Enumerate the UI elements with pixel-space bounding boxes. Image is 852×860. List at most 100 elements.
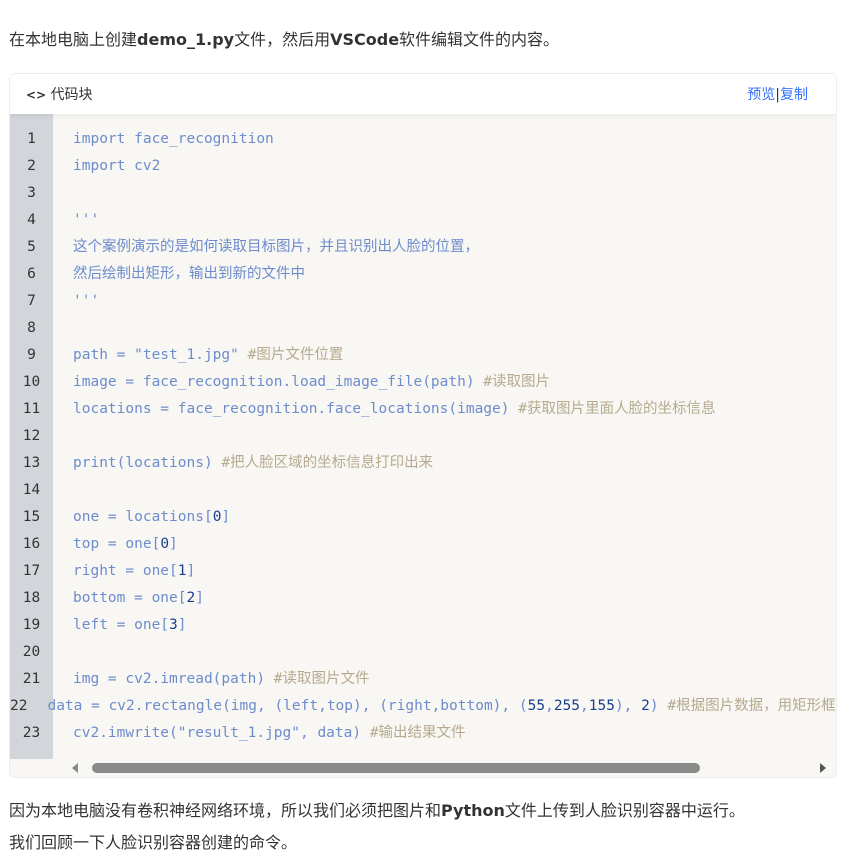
code-token: 2 <box>641 698 650 714</box>
line-number: 14 <box>22 482 41 498</box>
line-text: import face_recognition <box>53 126 274 153</box>
code-line: 3 <box>10 180 836 207</box>
scroll-right-arrow-icon[interactable] <box>820 763 826 773</box>
line-number: 16 <box>22 536 41 552</box>
code-line: 1 import face_recognition <box>10 126 836 153</box>
code-icon: <> <box>26 88 47 102</box>
scrollbar-thumb[interactable] <box>92 763 700 773</box>
line-number: 19 <box>22 617 41 633</box>
line-number: 15 <box>22 509 41 525</box>
intro-file: demo_1.py <box>137 30 235 49</box>
code-line: 15 one = locations[0] <box>10 504 836 531</box>
code-token: img = cv2.imread(path) <box>73 671 266 687</box>
line-text: one = locations[0] <box>53 504 230 531</box>
code-token: , <box>580 698 589 714</box>
line-number: 21 <box>22 671 41 687</box>
line-text: 然后绘制出矩形，输出到新的文件中 <box>53 261 305 288</box>
code-token: locations = face_recognition.face_locati… <box>73 401 510 417</box>
line-text: cv2.imwrite("result_1.jpg", data) #输出结果文… <box>53 720 466 747</box>
code-token: ] <box>221 509 231 525</box>
line-text: path = "test_1.jpg" #图片文件位置 <box>53 342 343 369</box>
code-token: data = cv2.rectangle(img, (left,top), (r… <box>47 698 528 714</box>
copy-button[interactable]: 复制 <box>780 87 808 103</box>
line-text <box>53 315 73 342</box>
code-line: 5 这个案例演示的是如何读取目标图片，并且识别出人脸的位置， <box>10 234 836 261</box>
line-text <box>53 477 73 504</box>
intro-pre: 在本地电脑上创建 <box>9 30 138 49</box>
line-number: 12 <box>22 428 41 444</box>
intro-text: 在本地电脑上创建demo_1.py文件，然后用VSCode软件编辑文件的内容。 <box>9 30 559 50</box>
code-token: ''' <box>73 212 100 228</box>
line-text: import cv2 <box>53 153 160 180</box>
scroll-left-arrow-icon[interactable] <box>72 763 78 773</box>
horizontal-scrollbar[interactable] <box>62 758 836 777</box>
code-token: ] <box>186 563 196 579</box>
code-token: ] <box>195 590 204 606</box>
preview-button[interactable]: 预览 <box>747 87 775 103</box>
line-number: 17 <box>22 563 41 579</box>
code-token: right = one[ <box>73 563 178 579</box>
code-token: 这个案例演示的是如何读取目标图片，并且识别出人脸的位置， <box>73 239 479 255</box>
code-block-title: 代码块 <box>50 87 93 103</box>
line-text <box>53 423 73 450</box>
code-token: #图片文件位置 <box>238 347 344 363</box>
code-token: bottom = one[ <box>73 590 187 606</box>
line-number: 4 <box>27 212 36 228</box>
code-content: 1 import face_recognition 2 import cv2 3 4 '''… <box>10 126 836 747</box>
code-token: left = one[ <box>73 617 170 633</box>
code-line: 18 bottom = one[2] <box>10 585 836 612</box>
code-token: ] <box>169 536 178 552</box>
code-line: 4 ''' <box>10 207 836 234</box>
line-text: ''' <box>53 288 99 315</box>
line-text: right = one[1] <box>53 558 195 585</box>
line-number: 10 <box>22 374 41 390</box>
line-text: bottom = one[2] <box>53 585 204 612</box>
code-token: #根据图片数据，用矩形框出人脸 <box>667 698 836 714</box>
line-text <box>53 180 73 207</box>
code-token: 0 <box>160 536 170 552</box>
line-number: 7 <box>27 293 36 309</box>
line-number: 3 <box>27 185 36 201</box>
code-token: one = locations[ <box>73 509 213 525</box>
code-token: #输出结果文件 <box>361 725 466 741</box>
code-token: 然后绘制出矩形，输出到新的文件中 <box>73 266 305 282</box>
line-number: 2 <box>27 158 36 174</box>
code-token: 55 <box>527 698 546 714</box>
line-text: 这个案例演示的是如何读取目标图片，并且识别出人脸的位置， <box>53 234 479 261</box>
code-line: 12 <box>10 423 836 450</box>
code-line: 10 image = face_recognition.load_image_fi… <box>10 369 836 396</box>
line-number: 8 <box>27 320 36 336</box>
line-number: 20 <box>22 644 41 660</box>
code-token: "result_1.jpg" <box>177 725 300 741</box>
outro-lang: Python <box>441 801 505 820</box>
line-number: 18 <box>22 590 41 606</box>
code-line: 20 <box>10 639 836 666</box>
intro-post: 软件编辑文件的内容。 <box>399 30 560 49</box>
code-token: image = face_recognition.load_image_file… <box>73 374 475 390</box>
line-text <box>53 639 73 666</box>
code-line: 13 print(locations) #把人脸区域的坐标信息打印出来 <box>10 450 836 477</box>
line-text: print(locations) #把人脸区域的坐标信息打印出来 <box>53 450 433 477</box>
code-token: 1 <box>177 563 187 579</box>
outro-text: 因为本地电脑没有卷积神经网络环境，所以我们必须把图片和Python文件上传到人脸… <box>9 801 745 821</box>
outro-pre: 因为本地电脑没有卷积神经网络环境，所以我们必须把图片和 <box>9 801 442 820</box>
line-number: 22 <box>10 698 28 714</box>
outro-line2: 我们回顾一下人脸识别容器创建的命令。 <box>9 833 298 852</box>
line-text: data = cv2.rectangle(img, (left,top), (r… <box>27 693 836 720</box>
code-token: 155 <box>588 698 615 714</box>
line-text: left = one[3] <box>53 612 187 639</box>
code-token: import cv2 <box>73 158 161 174</box>
code-line: 17 right = one[1] <box>10 558 836 585</box>
code-token: ), <box>614 698 642 714</box>
code-token: ) <box>649 698 659 714</box>
code-token: path = <box>73 347 135 363</box>
code-line: 22 data = cv2.rectangle(img, (left,top), … <box>10 693 836 720</box>
line-number: 13 <box>22 455 41 471</box>
code-block-header: <> 代码块 预览|复制 <box>10 74 836 114</box>
line-number: 23 <box>22 725 41 741</box>
code-token: #读取图片文件 <box>265 671 370 687</box>
line-text: img = cv2.imread(path) #读取图片文件 <box>53 666 370 693</box>
line-text: ''' <box>53 207 99 234</box>
code-token: ] <box>177 617 187 633</box>
code-token: 255 <box>553 698 581 714</box>
